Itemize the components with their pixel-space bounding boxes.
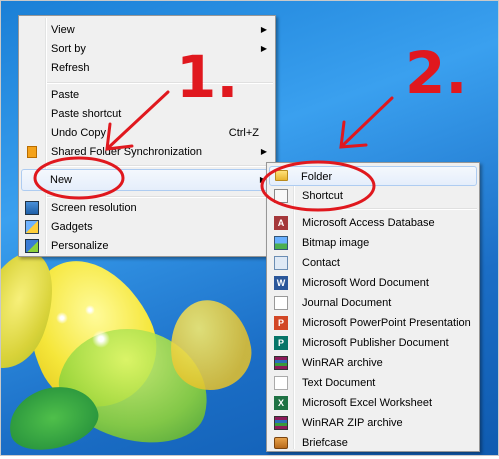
wallpaper-sparkle [92,330,110,348]
menu-item-label: Shortcut [302,190,343,202]
submenu-item-powerpoint[interactable]: P Microsoft PowerPoint Presentation [269,313,477,333]
submenu-item-access[interactable]: A Microsoft Access Database [269,213,477,233]
winrar-zip-icon [274,416,288,430]
menu-item-label: Sort by [51,43,86,55]
menu-separator [47,82,273,84]
menu-item-label: Refresh [51,62,90,74]
menu-item-shared-folder-sync[interactable]: Shared Folder Synchronization ▶ [21,142,273,162]
submenu-item-publisher[interactable]: P Microsoft Publisher Document [269,333,477,353]
menu-item-undo-copy[interactable]: Undo Copy Ctrl+Z [21,123,273,143]
submenu-arrow-icon: ▶ [260,147,267,156]
menu-item-label: WinRAR archive [302,357,383,369]
menu-item-label: Text Document [302,377,376,389]
submenu-item-bitmap[interactable]: Bitmap image [269,233,477,253]
menu-item-label: Paste [51,89,80,101]
menu-item-label: Gadgets [51,221,93,233]
submenu-item-folder[interactable]: Folder [269,166,477,186]
menu-separator [295,208,477,210]
menu-item-label: Briefcase [302,437,348,449]
menu-item-label: Paste shortcut [51,108,122,120]
menu-item-label: Microsoft PowerPoint Presentation [302,317,471,329]
menu-item-personalize[interactable]: Personalize [21,236,273,256]
folder-icon [275,170,288,181]
submenu-item-word[interactable]: W Microsoft Word Document [269,273,477,293]
display-icon [25,201,39,215]
submenu-item-journal[interactable]: Journal Document [269,293,477,313]
submenu-item-text-document[interactable]: Text Document [269,373,477,393]
menu-item-label: Shared Folder Synchronization [51,146,203,158]
submenu-item-contact[interactable]: Contact [269,253,477,273]
personalize-icon [25,239,39,253]
menu-item-label: Screen resolution [51,202,137,214]
submenu-item-shortcut[interactable]: Shortcut [269,186,477,206]
submenu-arrow-icon: ▶ [260,44,267,53]
menu-item-view[interactable]: View ▶ [21,20,273,40]
menu-item-label: Bitmap image [302,237,370,249]
sync-icon [27,146,37,158]
gadgets-icon [25,220,39,234]
menu-item-label: New [50,174,73,186]
menu-item-new[interactable]: New ▶ [21,169,273,191]
access-icon: A [274,216,288,230]
menu-item-label: Microsoft Access Database [302,217,435,229]
contact-icon [274,256,288,270]
excel-icon: X [274,396,288,410]
submenu-arrow-icon: ▶ [260,25,267,34]
submenu-item-briefcase[interactable]: Briefcase [269,433,477,453]
powerpoint-icon: P [274,316,288,330]
menu-item-screen-resolution[interactable]: Screen resolution [21,198,273,218]
new-submenu: Folder Shortcut A Microsoft Access Datab… [266,162,480,452]
shortcut-icon [274,189,288,203]
annotation-step-2-label: 2. [405,39,468,107]
shortcut-text: Ctrl+Z [228,127,259,139]
bitmap-icon [274,236,288,250]
menu-item-label: Microsoft Excel Worksheet [302,397,433,409]
submenu-item-winrar-zip[interactable]: WinRAR ZIP archive [269,413,477,433]
wallpaper-sparkle [85,305,95,315]
menu-item-label: Personalize [51,240,109,252]
winrar-icon [274,356,288,370]
word-icon: W [274,276,288,290]
publisher-icon: P [274,336,288,350]
menu-item-label: Microsoft Publisher Document [302,337,449,349]
menu-item-label: Contact [302,257,340,269]
menu-item-label: Undo Copy [51,127,107,139]
briefcase-icon [274,437,288,449]
annotation-step-1-label: 1. [176,43,239,111]
menu-item-label: View [51,24,75,36]
submenu-item-excel[interactable]: X Microsoft Excel Worksheet [269,393,477,413]
menu-item-label: Folder [301,171,333,183]
menu-item-gadgets[interactable]: Gadgets [21,217,273,237]
wallpaper-sparkle [56,312,68,324]
menu-item-label: WinRAR ZIP archive [302,417,403,429]
text-document-icon [274,376,288,390]
menu-item-label: Microsoft Word Document [302,277,429,289]
menu-separator [47,165,273,167]
journal-icon [274,296,288,310]
menu-item-label: Journal Document [302,297,392,309]
submenu-item-winrar[interactable]: WinRAR archive [269,353,477,373]
